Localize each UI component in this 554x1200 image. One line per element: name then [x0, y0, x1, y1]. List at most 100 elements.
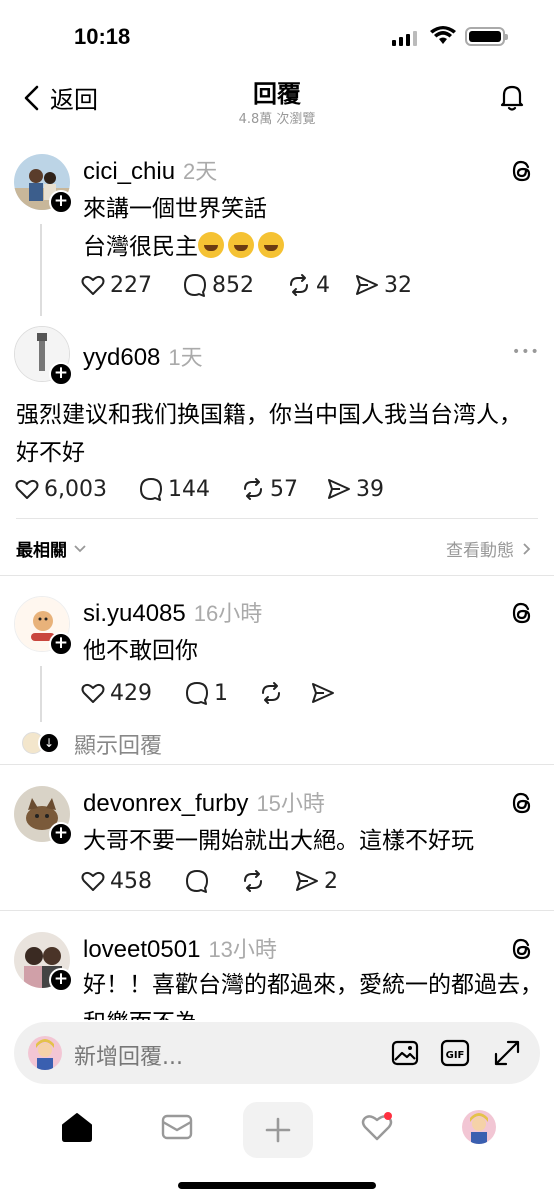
follow-plus-icon[interactable]: + [49, 362, 73, 386]
heart-icon [81, 683, 105, 703]
reply-input[interactable]: 新增回覆... [74, 1039, 183, 1071]
image-icon[interactable] [390, 1038, 420, 1068]
share-button[interactable] [310, 680, 336, 706]
compose-bar[interactable]: 新增回覆... GIF [14, 1022, 540, 1084]
repost-icon [244, 478, 262, 500]
battery-icon [465, 27, 508, 46]
repost-button[interactable] [258, 680, 310, 706]
threads-logo-icon [512, 160, 531, 182]
like-count: 458 [110, 868, 152, 894]
post-username-row: cici_chiu 2天 [83, 154, 217, 186]
home-icon[interactable] [60, 1110, 94, 1144]
share-icon [328, 479, 350, 499]
repost-icon [262, 682, 280, 704]
post-text: 來講一個世界笑話 台灣很民主 [83, 190, 288, 266]
page-header: 返回 回覆 4.8萬 次瀏覽 [0, 70, 554, 130]
post-actions: 227 852 4 32 [80, 272, 412, 298]
profile-avatar[interactable] [462, 1110, 496, 1144]
status-time: 10:18 [74, 24, 131, 49]
repost-button[interactable] [240, 868, 294, 894]
reply-username-row: si.yu4085 16小時 [83, 596, 262, 628]
like-button[interactable]: 6,003 [14, 476, 138, 502]
like-button[interactable]: 429 [80, 680, 184, 706]
follow-plus-icon[interactable]: + [49, 822, 73, 846]
chevron-right-icon [523, 542, 531, 555]
post-line: 來講一個世界笑話 [83, 196, 267, 222]
post-time: 15小時 [256, 791, 325, 816]
comment-icon [186, 682, 208, 705]
reply-actions: 429 1 [80, 680, 336, 706]
signal-icon [392, 30, 417, 46]
show-replies-label: 顯示回覆 [74, 734, 163, 759]
divider [0, 764, 554, 765]
username[interactable]: loveet0501 [83, 936, 200, 963]
like-count: 227 [110, 272, 152, 298]
follow-plus-icon[interactable]: + [49, 632, 73, 656]
username[interactable]: devonrex_furby [83, 790, 248, 817]
like-button[interactable]: 227 [80, 272, 182, 298]
follow-plus-icon[interactable]: + [49, 968, 73, 992]
share-icon [312, 683, 334, 703]
sort-label: 最相關 [16, 541, 67, 561]
sort-dropdown[interactable]: 最相關 [16, 536, 87, 561]
rofl-emoji-icon [198, 232, 224, 258]
heart-icon [15, 479, 39, 499]
username[interactable]: si.yu4085 [83, 600, 186, 627]
threads-logo-icon [512, 602, 531, 624]
comment-icon [184, 274, 206, 297]
expand-icon[interactable] [492, 1038, 522, 1068]
bell-icon[interactable] [497, 82, 527, 112]
repost-button[interactable]: 57 [240, 476, 326, 502]
username[interactable]: yyd608 [83, 344, 160, 371]
plus-icon [265, 1117, 291, 1143]
comment-icon [186, 870, 208, 893]
comment-icon [140, 478, 162, 501]
heart-icon [81, 871, 105, 891]
share-button[interactable]: 2 [294, 868, 338, 894]
share-icon [296, 871, 318, 891]
chevron-down-icon [74, 544, 86, 552]
share-button[interactable]: 39 [326, 476, 384, 502]
post-time: 1天 [168, 345, 203, 370]
repost-icon [290, 274, 308, 296]
gif-icon[interactable]: GIF [440, 1038, 470, 1068]
heart-activity-icon[interactable] [360, 1110, 394, 1144]
home-indicator [178, 1182, 376, 1189]
reply-username-row: devonrex_furby 15小時 [83, 786, 325, 818]
comment-button[interactable] [184, 868, 240, 894]
share-count: 39 [356, 476, 384, 502]
view-count: 4.8萬 次瀏覽 [238, 112, 316, 127]
like-count: 429 [110, 680, 152, 706]
view-activity-link[interactable]: 查看動態 [446, 536, 532, 561]
repost-button[interactable]: 4 [286, 272, 354, 298]
comment-button[interactable]: 144 [138, 476, 240, 502]
inbox-icon[interactable] [160, 1110, 194, 1144]
comment-button[interactable]: 852 [182, 272, 286, 298]
comment-button[interactable]: 1 [184, 680, 258, 706]
like-button[interactable]: 458 [80, 868, 184, 894]
my-avatar [28, 1036, 62, 1070]
divider [0, 910, 554, 911]
share-button[interactable]: 32 [354, 272, 412, 298]
divider [16, 518, 538, 519]
reply-actions: 6,003 144 57 39 [14, 476, 384, 502]
show-replies-link[interactable]: ↓ 顯示回覆 [22, 728, 162, 760]
svg-text:GIF: GIF [446, 1050, 465, 1061]
reply-avatars: ↓ [22, 732, 64, 756]
follow-plus-icon[interactable]: + [49, 190, 73, 214]
post-time: 16小時 [193, 601, 263, 626]
share-count: 32 [384, 272, 412, 298]
reply-text: 强烈建议和我们换国籍，你当中国人我当台湾人，好不好 [16, 402, 522, 466]
activity-label: 查看動態 [446, 541, 514, 561]
threads-logo-icon [512, 792, 531, 814]
repost-icon [244, 870, 262, 892]
new-post-button[interactable] [243, 1102, 313, 1158]
comment-count: 144 [168, 476, 210, 502]
username[interactable]: cici_chiu [83, 158, 175, 185]
repost-count: 57 [270, 476, 298, 502]
more-options-icon[interactable]: ••• [512, 344, 540, 360]
comment-count: 1 [214, 680, 228, 706]
post-line-2: 台灣很民主 [83, 228, 288, 266]
wifi-icon [430, 26, 456, 44]
reply-text: 好！！喜歡台灣的都過來，愛統一的都過去，和樂而不為 [83, 972, 543, 1020]
